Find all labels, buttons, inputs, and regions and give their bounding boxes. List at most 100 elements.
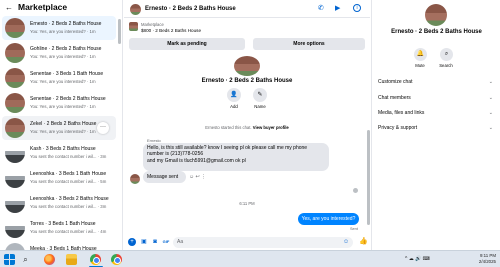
chat-pane: Ernesto · 2 Beds 2 Baths House ✆ ▶ i Mar… (124, 0, 370, 250)
more-options-icon[interactable]: ··· (97, 122, 109, 134)
conversation-thumbnail (5, 243, 25, 250)
customize-chat-row[interactable]: Customize chat ⌄ (378, 76, 496, 88)
chevron-down-icon: ⌄ (488, 79, 493, 85)
conversation-thumbnail (5, 168, 25, 188)
gif-icon[interactable]: GIF (162, 238, 170, 246)
bell-icon[interactable]: 🔔 (414, 48, 427, 61)
sidebar-title: Marketplace (18, 2, 68, 12)
conversation-thumbnail (5, 68, 25, 88)
conversation-thumbnail (5, 143, 25, 163)
search-icon[interactable]: ⌕ (440, 48, 453, 61)
reply-icon[interactable]: ↩ (196, 174, 200, 180)
thumbs-up-icon[interactable]: 👍 (359, 238, 368, 246)
conversation-item[interactable]: Ernesto · 2 Beds 2 Baths House You: Yes, … (2, 16, 116, 40)
conversation-item[interactable]: Senentae · 3 Beds 1 Bath House You: Yes, … (2, 66, 116, 90)
sticker-icon[interactable]: ◙ (151, 238, 159, 246)
mark-as-pending-button[interactable]: Mark as pending (129, 38, 245, 50)
sidebar-header: ← Marketplace (0, 0, 122, 16)
conversation-thumbnail (5, 43, 25, 63)
conversation-thumbnail (5, 218, 25, 238)
listing-thumbnail[interactable] (129, 22, 138, 31)
chat-scrollbar[interactable] (367, 130, 370, 225)
conversation-preview: You: Yes, are you interested? · 1m (30, 104, 96, 109)
privacy-support-row[interactable]: Privacy & support ⌄ (378, 122, 496, 134)
conversation-item[interactable]: Zekel · 2 Beds 2 Baths House You: Yes, ar… (2, 116, 116, 140)
conversation-thumbnail (5, 193, 25, 213)
conversation-item[interactable]: Leenoshka · 3 Beds 2 Baths House You sent… (2, 191, 116, 215)
conversation-preview: You sent the contact number i wil... · 3… (30, 204, 107, 209)
conversation-name: Kash · 3 Beds 2 Baths House (30, 146, 96, 152)
listing-price[interactable]: $800 · 2 Beds 2 Baths House (141, 28, 201, 34)
started-note-text: Ernesto started this chat. (205, 125, 252, 130)
chat-members-row[interactable]: Chat members ⌄ (378, 92, 496, 104)
react-emoji-icon[interactable]: ☺ (189, 174, 194, 180)
conversation-preview: You: Yes, are you interested? · 1m (30, 79, 96, 84)
chrome-profile-icon[interactable] (111, 254, 122, 265)
info-avatar (425, 4, 447, 26)
view-buyer-profile-link[interactable]: View buyer profile (253, 125, 289, 130)
phone-icon[interactable]: ✆ (318, 4, 324, 12)
marketplace-sidebar: ← Marketplace Ernesto · 2 Beds 2 Baths H… (0, 0, 123, 250)
search-icon[interactable]: ⌕ (20, 254, 31, 265)
emoji-icon[interactable]: ☺ (343, 239, 349, 246)
plus-icon[interactable]: + (128, 238, 136, 246)
conversation-name: Torres · 3 Beds 1 Bath House (30, 221, 96, 227)
message-actions: ☺ ↩ ⋮ (189, 174, 206, 180)
more-actions-icon[interactable]: ⋮ (201, 174, 206, 180)
mute-label: Mute (415, 63, 425, 68)
info-title: Ernesto · 2 Beds 2 Baths House (391, 29, 482, 35)
sidebar-scrollbar[interactable] (118, 19, 121, 44)
add-person-icon[interactable]: 👤 (227, 88, 241, 102)
clock-date: 2/4/2025 (478, 258, 496, 264)
seen-indicator-icon (353, 188, 358, 193)
conversation-name: Zekel · 2 Beds 2 Baths House (30, 121, 97, 127)
add-label: Add (230, 104, 238, 109)
chat-header: Ernesto · 2 Beds 2 Baths House ✆ ▶ i (124, 0, 370, 18)
windows-start-icon[interactable] (4, 254, 15, 265)
conversation-item[interactable]: Gohline · 2 Beds 2 Baths House You: Yes, … (2, 41, 116, 65)
conversation-item[interactable]: Leenoshka · 3 Beds 1 Bath House You sent … (2, 166, 116, 190)
conversation-name: Leenoshka · 3 Beds 1 Bath House (30, 171, 107, 177)
chat-title[interactable]: Ernesto · 2 Beds 2 Baths House (145, 5, 236, 13)
conversation-item[interactable]: Kash · 3 Beds 2 Baths House You sent the … (2, 141, 116, 165)
conversation-preview: You: Yes, are you interested? · 1m (30, 29, 96, 34)
back-arrow-icon[interactable]: ← (5, 3, 13, 12)
conversation-thumbnail (5, 18, 25, 38)
listing-label: Marketplace (141, 22, 164, 27)
chevron-down-icon: ⌄ (488, 125, 493, 131)
conversation-thumbnail (5, 118, 25, 138)
conversation-preview: You sent the contact number i wil... · 4… (30, 229, 107, 234)
conversation-item[interactable]: Meeka · 3 Beds 1 Bath HouseYou sent the … (2, 241, 116, 250)
conversation-name: Gohline · 2 Beds 2 Baths House (30, 46, 102, 52)
incoming-message-bubble: Hello, is this still available? know I s… (143, 143, 329, 171)
hero-avatar (234, 56, 260, 76)
info-icon[interactable]: i (353, 4, 361, 12)
conversation-preview: You sent the contact number i wil... · 3… (30, 154, 107, 159)
chat-avatar[interactable] (130, 4, 141, 15)
time-separator: 6:11 PM (239, 201, 255, 206)
row-label: Customize chat (378, 79, 413, 85)
video-icon[interactable]: ▶ (335, 4, 340, 12)
system-tray[interactable]: ^ ☁ 🔊 ⌨ (405, 255, 430, 263)
more-options-button[interactable]: More options (253, 38, 365, 50)
hero-title: Ernesto · 2 Beds 2 Baths House (201, 78, 293, 84)
conversation-thumbnail (5, 93, 25, 113)
conversation-item[interactable]: Senentae · 2 Beds 2 Baths House You: Yes,… (2, 91, 116, 115)
conversation-name: Senentae · 3 Beds 1 Bath House (30, 71, 104, 77)
outgoing-message-bubble: Yes, are you interested? (298, 213, 359, 225)
conversation-item[interactable]: Torres · 3 Beds 1 Bath House You sent the… (2, 216, 116, 240)
chrome-icon[interactable] (90, 254, 101, 265)
edit-name-icon[interactable]: ✎ (253, 88, 267, 102)
file-explorer-icon[interactable] (66, 254, 77, 265)
firefox-icon[interactable] (44, 254, 55, 265)
image-icon[interactable]: ▣ (140, 238, 148, 246)
windows-taskbar: ⌕ ^ ☁ 🔊 ⌨ 9:11 PM 2/4/2025 (0, 250, 500, 267)
row-label: Chat members (378, 95, 411, 101)
row-label: Privacy & support (378, 125, 418, 131)
message-input[interactable]: Aa (173, 237, 353, 248)
clock[interactable]: 9:11 PM 2/4/2025 (476, 253, 496, 264)
conversation-preview: You sent the contact number i wil... · 5… (30, 179, 107, 184)
row-label: Media, files and links (378, 110, 425, 116)
media-files-links-row[interactable]: Media, files and links ⌄ (378, 107, 496, 119)
conversation-name: Ernesto · 2 Beds 2 Baths House (30, 21, 102, 27)
